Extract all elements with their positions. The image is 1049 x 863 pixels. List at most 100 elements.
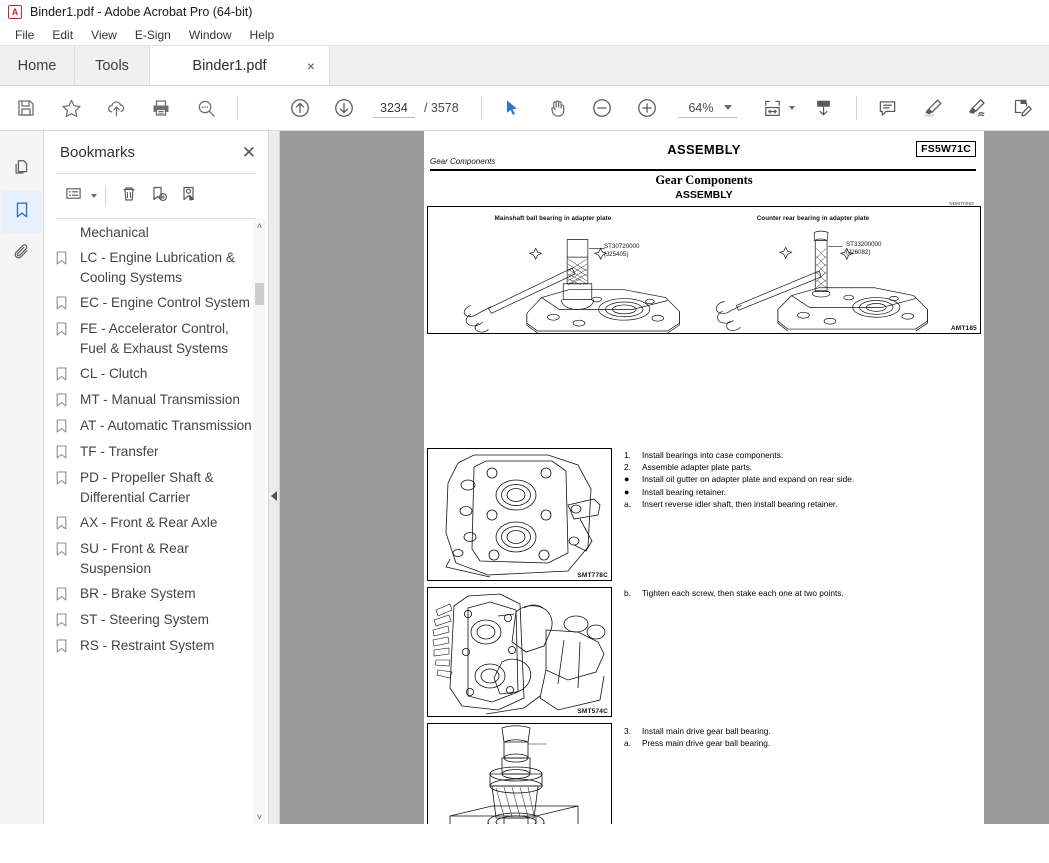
bookmark-item[interactable]: BR - Brake System <box>56 582 268 608</box>
draw-icon <box>966 97 988 119</box>
print-button[interactable] <box>139 88 184 128</box>
tab-home[interactable]: Home <box>0 46 75 85</box>
bookmark-icon <box>56 416 80 438</box>
bookmark-options-chevron-down-icon[interactable] <box>91 194 97 198</box>
select-cursor-icon <box>502 98 522 118</box>
edit-bookmark-button[interactable] <box>174 181 204 211</box>
previous-page-button[interactable] <box>277 88 322 128</box>
close-icon[interactable]: ✕ <box>242 144 256 161</box>
pdf-viewer: ASSEMBLY FS5W71C Gear Components Gear Co… <box>269 131 1049 824</box>
bookmarks-toolbar <box>44 174 268 218</box>
toolbar-separator <box>236 96 238 120</box>
delete-bookmark-button[interactable] <box>114 181 144 211</box>
bookmark-item[interactable]: ST - Steering System <box>56 608 268 634</box>
bookmark-item[interactable]: SU - Front & Rear Suspension <box>56 537 268 582</box>
bookmark-icon <box>56 319 80 341</box>
bookmark-icon <box>56 390 80 412</box>
panel-collapse-handle[interactable] <box>269 131 280 824</box>
menu-item-view[interactable]: View <box>82 26 126 44</box>
toolbar-separator-2 <box>480 96 482 120</box>
bookmark-label: AX - Front & Rear Axle <box>80 514 218 530</box>
zoom-out-button[interactable] <box>580 88 625 128</box>
bookmark-icon <box>56 248 80 270</box>
bookmark-icon <box>56 584 80 606</box>
zoom-in-button[interactable] <box>625 88 670 128</box>
rail-button-attachments[interactable] <box>2 233 42 275</box>
save-button[interactable] <box>4 88 49 128</box>
bookmark-item[interactable]: AX - Front & Rear Axle <box>56 511 268 537</box>
page-thumbnails-icon <box>12 158 32 183</box>
bookmarks-list[interactable]: Mechanical LC - Engine Lubrication & Cool… <box>44 219 268 824</box>
bookmark-label: LC - Engine Lubrication & Cooling System… <box>80 249 235 286</box>
attachments-icon <box>12 242 32 267</box>
bookmarks-scrollbar[interactable]: ˄ ˅ <box>253 219 266 824</box>
fill-and-sign-button[interactable] <box>1000 88 1045 128</box>
bookmark-icon <box>56 364 80 386</box>
fit-page-chevron-down-icon[interactable] <box>789 106 796 110</box>
page-number-input[interactable] <box>372 98 415 118</box>
main-area: Bookmarks ✕ Mechanical LC - Engine Lubri… <box>0 131 1049 824</box>
figure-top-right-tool-label: ST33200000 (J26082) <box>846 241 881 257</box>
step-marker: a. <box>624 738 631 749</box>
acrobat-icon: A <box>8 5 22 19</box>
bookmark-label: EC - Engine Control System <box>80 294 250 310</box>
hand-tool-button[interactable] <box>535 88 580 128</box>
bookmark-item[interactable]: PD - Propeller Shaft & Differential Carr… <box>56 466 268 511</box>
menu-item-esign[interactable]: E-Sign <box>126 26 180 44</box>
page-total-label: / 3578 <box>423 101 459 115</box>
menu-item-help[interactable]: Help <box>241 26 284 44</box>
zoom-in-icon <box>636 97 658 119</box>
toolbar-separator-3 <box>856 96 858 120</box>
figure-top: Mainshaft ball bearing in adapter plate … <box>427 206 981 334</box>
bookmark-options-button[interactable] <box>58 181 88 211</box>
window-title-bar: A Binder1.pdf - Adobe Acrobat Pro (64-bi… <box>0 0 1049 24</box>
step-marker: b. <box>624 588 631 598</box>
step-marker: ● <box>624 474 630 485</box>
zoom-level-selector[interactable]: 64% <box>677 99 737 118</box>
menu-item-window[interactable]: Window <box>180 26 241 44</box>
section-title: Gear Components <box>655 173 753 187</box>
close-icon[interactable]: × <box>307 59 315 73</box>
bookmark-item[interactable]: MT - Manual Transmission <box>56 388 268 414</box>
scroll-up-arrow-icon[interactable]: ˄ <box>253 219 266 233</box>
bookmark-item[interactable]: TF - Transfer <box>56 440 268 466</box>
bookmark-item[interactable]: CL - Clutch <box>56 362 268 388</box>
tab-tools[interactable]: Tools <box>75 46 150 85</box>
menu-item-file[interactable]: File <box>6 26 43 44</box>
scroll-down-arrow-icon[interactable]: ˅ <box>253 810 266 824</box>
bookmark-item[interactable]: RS - Restraint System <box>56 634 268 660</box>
rail-button-bookmarks[interactable] <box>1 191 42 233</box>
bookmark-item[interactable]: AT - Automatic Transmission <box>56 414 268 440</box>
select-tool-button[interactable] <box>490 88 535 128</box>
bookmark-item[interactable]: FE - Accelerator Control, Fuel & Exhaust… <box>56 317 268 362</box>
search-button[interactable] <box>184 88 229 128</box>
comment-button[interactable] <box>865 88 910 128</box>
scrollbar-thumb[interactable] <box>255 283 264 305</box>
rail-button-page-thumbnails[interactable] <box>2 149 42 191</box>
figure-2-caption: SMT574C <box>577 708 608 715</box>
menu-item-edit[interactable]: Edit <box>43 26 82 44</box>
new-bookmark-button[interactable] <box>144 181 174 211</box>
add-to-favorites-button[interactable] <box>49 88 94 128</box>
collapse-arrow-icon <box>271 491 277 501</box>
step-row: 1. Install bearings into case components. <box>624 449 978 461</box>
draw-button[interactable] <box>955 88 1000 128</box>
pdf-page[interactable]: ASSEMBLY FS5W71C Gear Components Gear Co… <box>424 131 984 824</box>
tab-document-binder1[interactable]: Binder1.pdf × <box>150 46 330 85</box>
menu-bar: File Edit View E-Sign Window Help <box>0 24 1049 46</box>
bookmark-options-icon <box>65 185 82 207</box>
bookmark-item[interactable]: Mechanical <box>56 221 268 246</box>
step-marker: a. <box>624 498 631 509</box>
figure-1-caption: SMT778C <box>577 572 608 579</box>
step-text: Install main drive gear ball bearing. <box>642 726 771 736</box>
bookmark-item[interactable]: LC - Engine Lubrication & Cooling System… <box>56 246 268 291</box>
chevron-down-icon[interactable] <box>723 105 732 110</box>
bookmark-item[interactable]: EC - Engine Control System <box>56 291 268 317</box>
upload-to-cloud-button[interactable] <box>94 88 139 128</box>
highlight-button[interactable] <box>910 88 955 128</box>
next-page-button[interactable] <box>322 88 367 128</box>
bookmark-label: PD - Propeller Shaft & Differential Carr… <box>80 469 214 506</box>
tab-bar: Home Tools Binder1.pdf × <box>0 46 1049 86</box>
zoom-out-icon <box>591 97 613 119</box>
scroll-mode-button[interactable] <box>801 88 846 128</box>
